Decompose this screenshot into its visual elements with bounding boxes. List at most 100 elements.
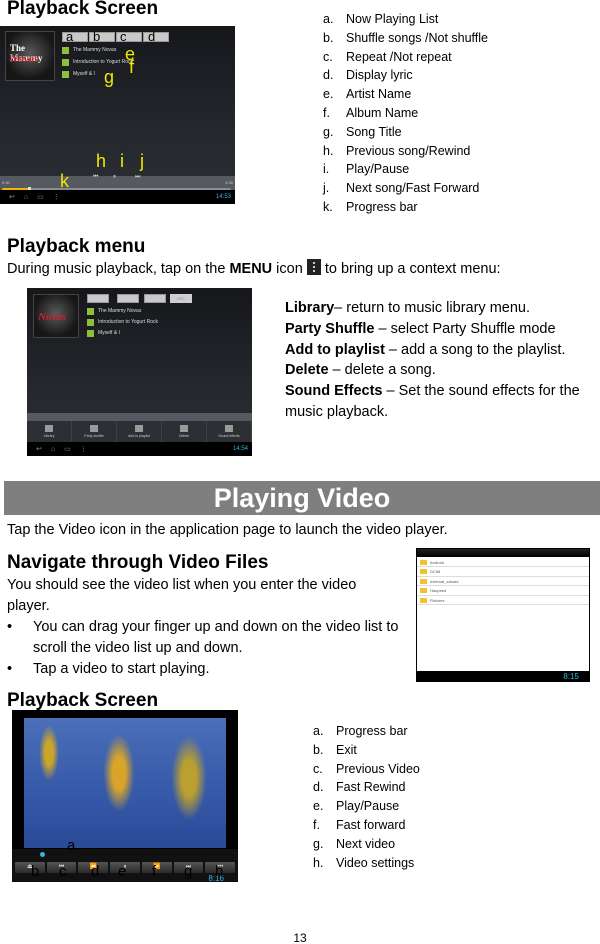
video-list-titlebar [417,549,589,557]
bullet-icon: • [7,619,13,635]
home-icon: ⌂ [50,445,56,453]
menu-description-term: Library [285,300,335,316]
previous-icon: ⏮ [93,174,99,180]
menu-description-separator: – [384,341,402,358]
fast-forward-button: ⏩ [141,862,172,873]
context-menu-item: Library [27,421,72,442]
menu-description-term: Party Shuffle [285,320,375,337]
legend-letter: h. [323,143,334,158]
menu-keyword: MENU [229,261,273,277]
menu-item-icon [90,425,98,432]
menu-item-icon [180,425,188,432]
song-title: Myself & I [98,330,120,336]
legend-letter: d. [313,780,324,795]
callout-f: f [152,863,157,880]
legend-letter: e. [323,87,334,102]
legend-letter: c. [313,761,323,776]
video-progress-thumb [40,852,45,857]
callout-b: b [31,863,40,880]
recent-apps-icon: ▭ [37,194,44,201]
album-row: Introduction to Yogurt Rock [62,57,133,67]
callout-c: c [59,863,67,880]
legend-item: b. Exit [313,741,420,760]
menu-description: Party Shuffle – select Party Shuffle mod… [285,319,595,340]
legend-item: e. Play/Pause [313,797,420,816]
album-cover-subtitle: Novas [38,311,67,323]
artist-name: The Mammy Novas [73,47,117,53]
menu-description: Add to playlist – add a song to the play… [285,340,595,361]
legend-letter: b. [313,742,324,757]
legend-item: d. Display lyric [323,66,488,85]
legend-text: Progress bar [346,199,418,214]
pause-icon: ⏸ [113,174,117,180]
video-list-screenshot: Android DCIM external_sdcard Haopeed Picture… [416,548,590,682]
intro-text: During music playback, tap on the [7,261,230,277]
legend-letter: i. [323,162,330,177]
legend-text: Progress bar [336,724,408,738]
playback-menu-heading: Playback menu [7,236,146,257]
intro-text: to bring up a context menu: [320,261,501,277]
legend-text: Previous song/Rewind [346,143,471,158]
callout-g: g [104,67,115,87]
song-icon [62,70,69,78]
legend-item: c. Previous Video [313,760,420,779]
system-nav-bar: ↩ ⌂ ▭ ⋮ 14:54 [27,442,252,456]
menu-key-icon [306,259,321,275]
time-total: 4:30 [225,180,233,185]
folder-row: external_sdcard [417,577,589,586]
legend-text: Now Playing List [346,12,439,26]
system-nav-bar: 8:15 [417,671,589,681]
legend-text: Play/Pause [346,162,410,177]
song-icon [87,329,94,337]
callout-g: g [184,863,193,880]
legend-letter: g. [313,836,324,851]
callout-d: d [148,29,156,44]
legend-item: a. Progress bar [313,722,420,741]
callout-d: d [91,863,100,880]
album-name: Introduction to Yogurt Rock [98,319,159,325]
video-playback-legend: a. Progress bar b. Exit c. Previous Video d. Fa… [313,722,420,872]
bullet-text: Tap a video to start playing. [33,661,210,677]
legend-letter: a. [323,12,334,26]
legend-item: f. Fast forward [313,816,420,835]
legend-item: g. Next video [313,835,420,854]
folder-icon [420,569,427,574]
callout-f: f [129,57,135,77]
menu-dots-icon: ⋮ [52,194,60,201]
album-cover: The Mammy Novas Novas [33,294,79,338]
now-playing-list-button [87,294,109,303]
song-title: Myself & I [73,71,95,77]
context-menu-item: Party shuffle [72,421,117,442]
song-row: Myself & I [62,69,95,79]
video-playback-screenshot: ⏏ ⏮ ⏪ ⏸ ⏩ ⏭ ••• 8:16 a b c d e f g h [12,712,238,882]
legend-letter: h. [313,855,324,870]
menu-dots-icon: ⋮ [79,446,87,453]
menu-description: Library– return to music library menu. [285,298,595,319]
callout-h: h [96,151,107,171]
folder-row: Pictures [417,596,589,605]
legend-letter: a. [313,724,324,738]
legend-letter: e. [313,799,324,814]
artist-icon [62,46,69,54]
section-banner: Playing Video [4,481,600,515]
folder-name: Android [430,559,444,565]
music-playback-legend: a. Now Playing List b. Shuffle songs /Not s… [323,10,488,217]
status-clock: 14:53 [215,194,231,200]
music-playback-heading: Playback Screen [7,0,159,19]
album-row: Introduction to Yogurt Rock [87,317,158,327]
callout-j: j [140,151,144,171]
callout-c: c [120,29,127,44]
folder-row: Haopeed [417,587,589,596]
legend-text: Song Title [346,124,402,139]
legend-text: Fast forward [336,817,406,832]
menu-description-term: Add to playlist [285,341,385,358]
legend-text: Display lyric [346,68,413,83]
menu-item-icon [225,425,233,432]
artist-row: The Mammy Novas [87,306,141,316]
shuffle-button [117,294,139,303]
bullet-icon: • [7,661,13,677]
menu-item-label: Add to playlist [128,434,150,438]
legend-item: k. Progress bar [323,198,488,217]
legend-item: d. Fast Rewind [313,778,420,797]
navigate-video-paragraph: You should see the video list when you e… [7,577,357,614]
